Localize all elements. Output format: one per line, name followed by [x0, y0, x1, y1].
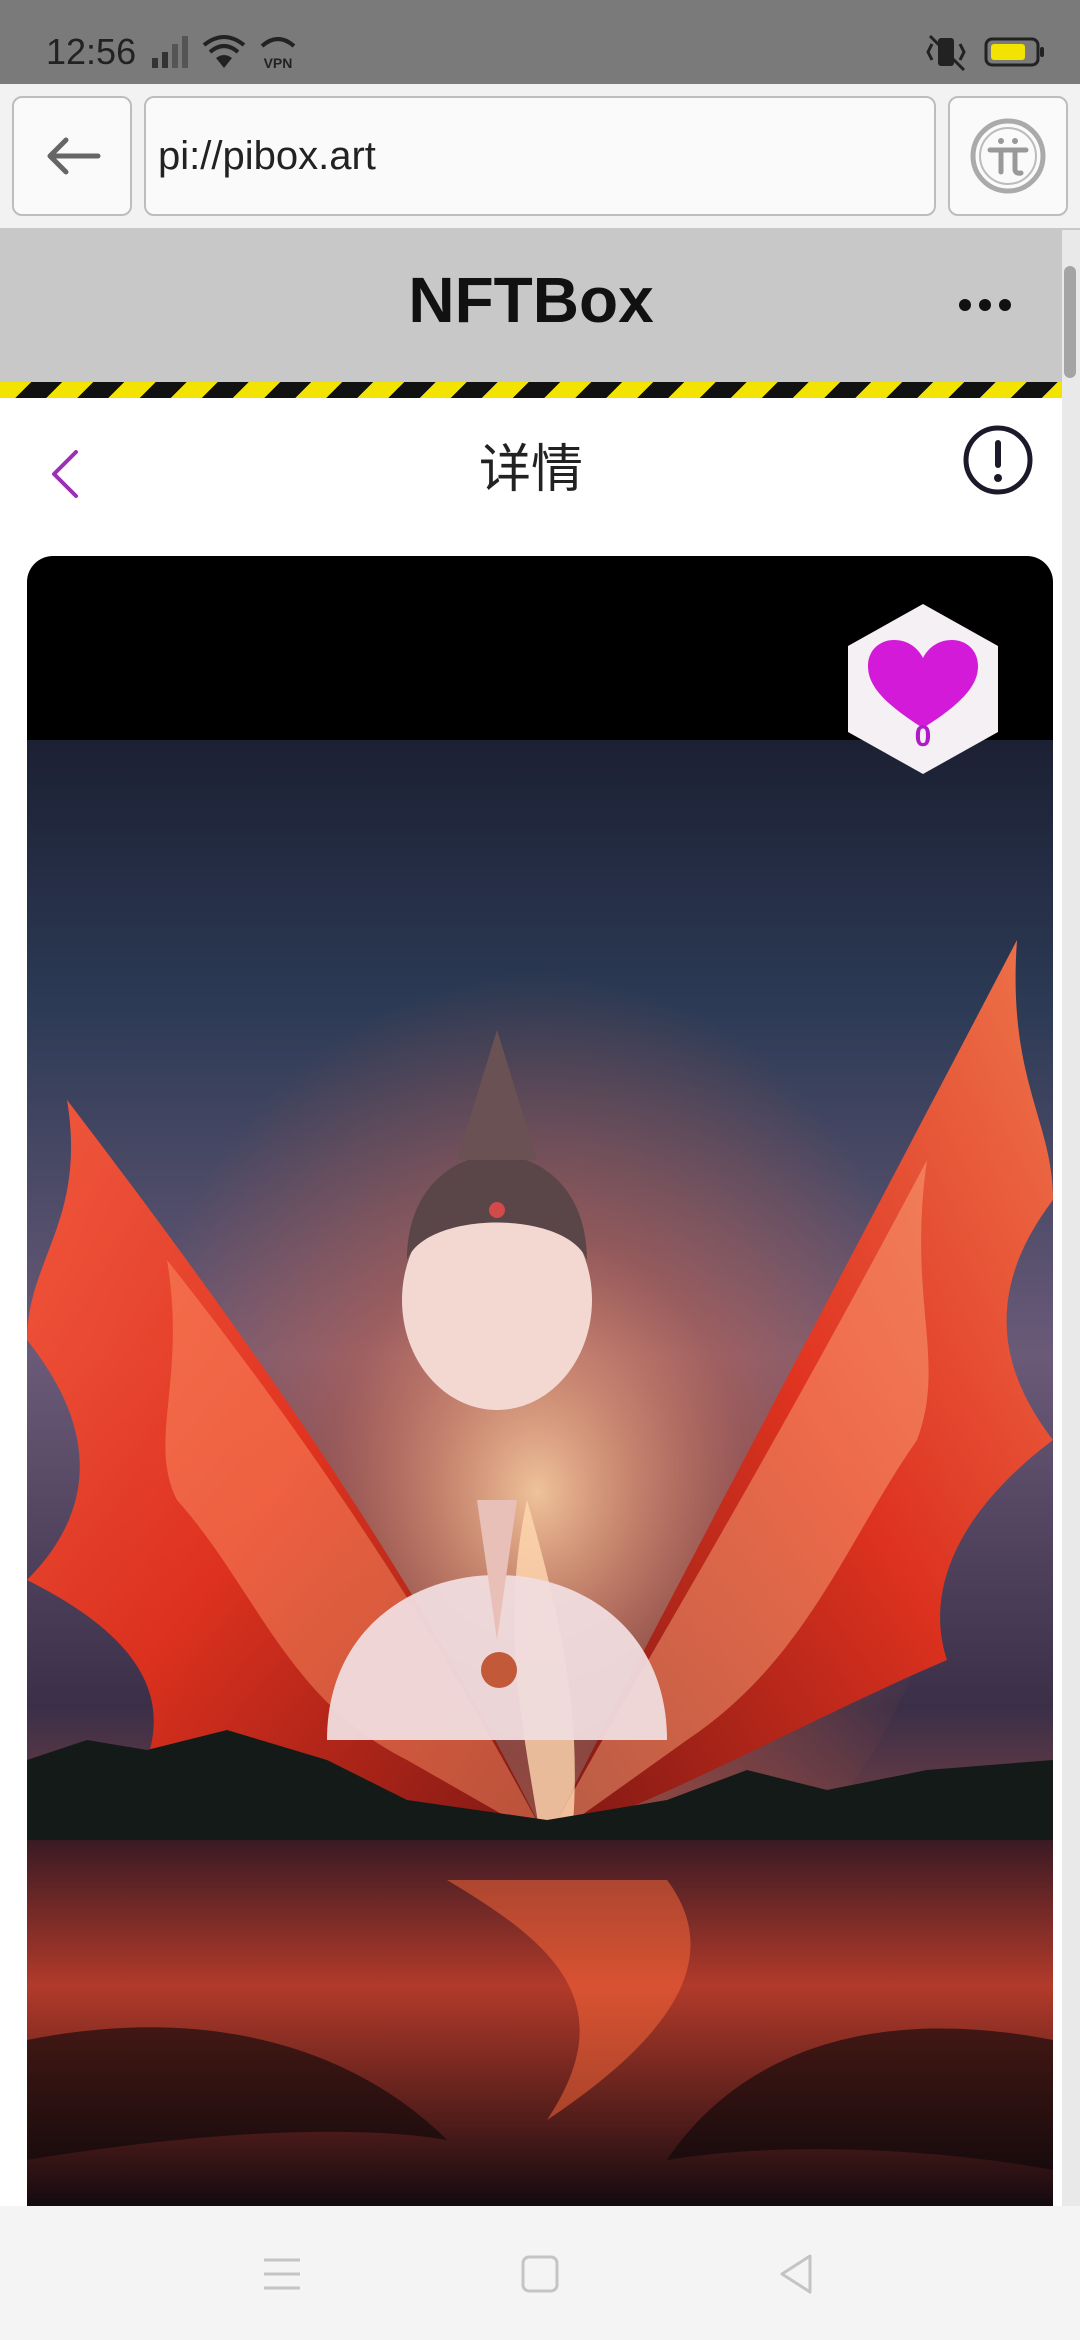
detail-header: 详情 — [0, 398, 1062, 548]
vpn-icon: VPN — [260, 37, 296, 71]
more-horizontal-icon — [959, 299, 1011, 311]
battery-icon — [984, 37, 1044, 67]
vibrate-icon — [926, 34, 966, 72]
scrollbar-thumb[interactable] — [1064, 266, 1076, 378]
cellular-signal-icon — [152, 36, 188, 68]
wifi-icon — [202, 35, 246, 68]
home-square-icon — [521, 2255, 559, 2293]
hazard-stripe-divider — [0, 382, 1062, 398]
menu-icon — [264, 2258, 300, 2290]
app-title: NFTBox — [408, 264, 654, 336]
nav-back-button[interactable] — [766, 2246, 826, 2302]
status-bar: 12:56 VPN — [0, 0, 1080, 84]
nft-card[interactable] — [27, 556, 1053, 2206]
nav-home-button[interactable] — [510, 2246, 570, 2302]
detail-page-title: 详情 — [478, 441, 583, 499]
status-time: 12:56 — [46, 31, 137, 72]
pi-logo-icon — [970, 118, 1046, 194]
like-count: 0 — [914, 720, 932, 753]
nav-menu-button[interactable] — [252, 2246, 312, 2302]
browser-back-button[interactable] — [12, 96, 132, 216]
arrow-left-icon — [47, 137, 101, 175]
scrollbar-track[interactable] — [1062, 230, 1080, 2206]
info-report-icon[interactable] — [962, 424, 1034, 496]
more-menu-button[interactable] — [950, 280, 1020, 330]
system-nav-bar — [0, 2206, 1080, 2340]
browser-bar: pi://pibox.art — [0, 84, 1080, 230]
nft-artwork-image[interactable] — [27, 740, 1053, 2206]
status-icons-left: VPN — [148, 30, 310, 74]
back-triangle-icon — [780, 2254, 812, 2294]
app-header: NFTBox — [0, 230, 1062, 382]
status-icons-right — [908, 30, 1046, 74]
url-field[interactable]: pi://pibox.art — [144, 96, 936, 216]
pi-browser-button[interactable] — [948, 96, 1068, 216]
vpn-label: VPN — [264, 55, 293, 71]
